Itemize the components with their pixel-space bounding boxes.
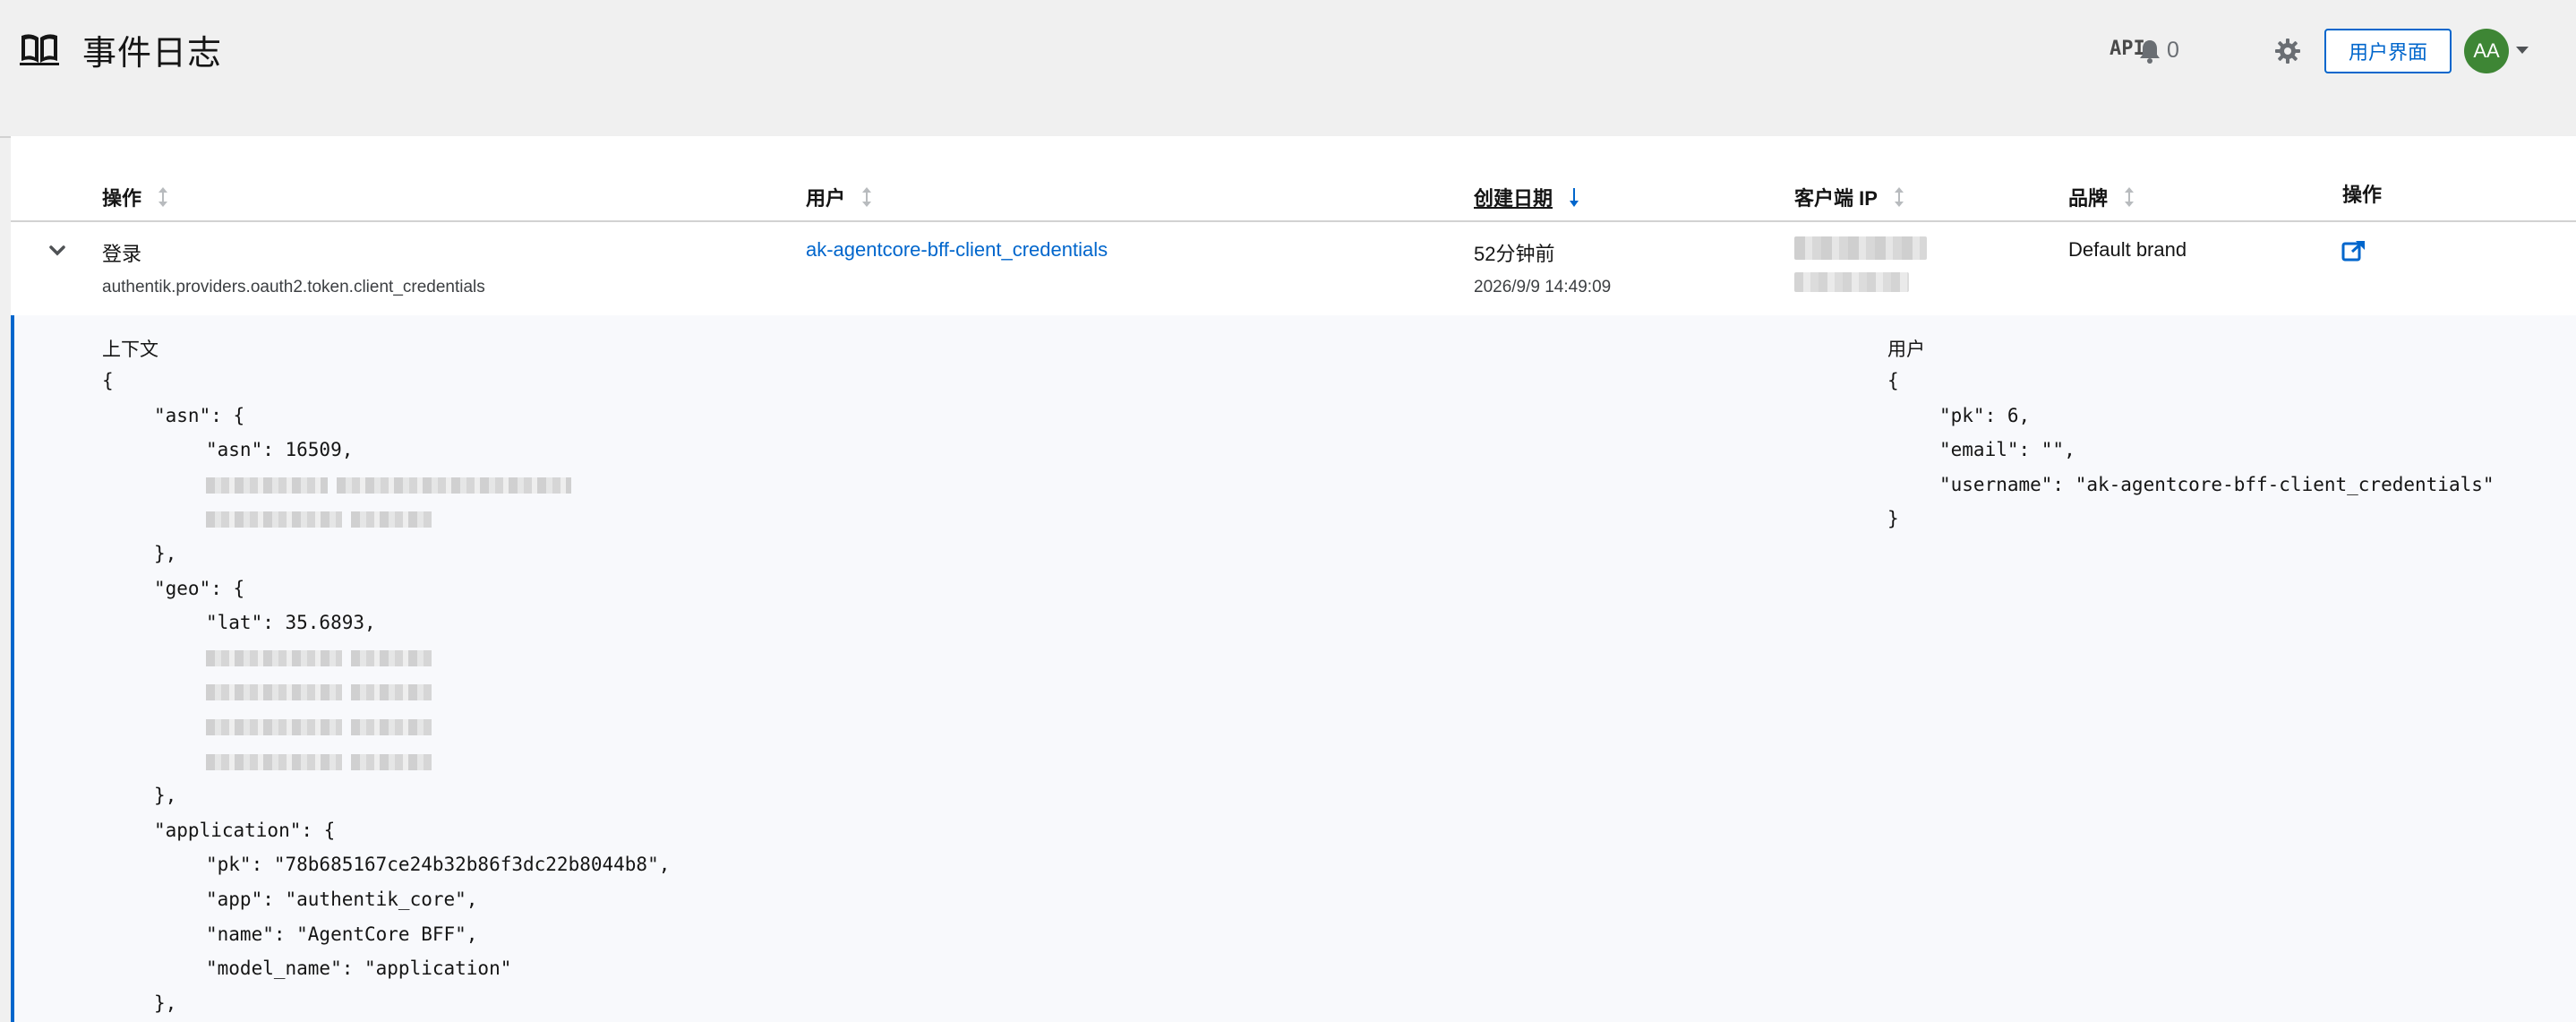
row-created-absolute: 2026/9/9 14:49:09 <box>1474 278 1612 296</box>
redacted-value <box>206 649 342 666</box>
sort-icon <box>862 187 872 207</box>
json-line: "geo": { <box>154 577 245 599</box>
user-interface-button[interactable]: 用户界面 <box>2324 29 2452 73</box>
json-line: } <box>1887 508 1899 530</box>
json-line <box>102 502 670 537</box>
notifications-button[interactable]: 0 <box>2138 38 2179 64</box>
avatar[interactable]: AA <box>2464 29 2509 73</box>
sort-icon <box>2125 187 2135 207</box>
context-json: { "asn": { "asn": 16509,}, "geo": { "lat": 3… <box>102 364 670 1020</box>
json-line <box>102 468 670 502</box>
redacted-value <box>351 718 432 735</box>
redacted-value <box>206 753 342 770</box>
json-line: "username": "ak-agentcore-bff-client_cre… <box>1939 473 2495 495</box>
bell-icon <box>2140 39 2160 64</box>
column-header-brand[interactable]: 品牌 <box>2068 183 2135 211</box>
sort-descending-icon <box>1570 188 1579 207</box>
external-link-icon[interactable] <box>2341 238 2366 262</box>
column-header-actions: 操作 <box>2342 184 2383 206</box>
json-line: "asn": { <box>154 404 245 426</box>
json-line: }, <box>154 542 177 564</box>
chevron-down-icon[interactable] <box>2516 47 2529 54</box>
redacted-value <box>206 477 328 494</box>
json-line <box>102 674 670 709</box>
page-title: 事件日志 <box>82 35 223 73</box>
json-line: }, <box>154 785 177 807</box>
row-created-relative: 52分钟前 <box>1474 243 1555 265</box>
book-open-icon <box>20 34 59 65</box>
sort-icon <box>1894 187 1904 207</box>
redacted-value <box>206 684 342 701</box>
json-line <box>102 640 670 675</box>
json-line <box>102 744 670 779</box>
event-log-table: 操作 用户 创建日期 客户端 IP 品牌 操作 登录 authentik.pro… <box>11 136 2576 1022</box>
json-line: "pk": "78b685167ce24b32b86f3dc22b8044b8"… <box>206 854 671 876</box>
json-line: "asn": 16509, <box>206 439 354 461</box>
json-line <box>102 709 670 744</box>
table-header: 操作 用户 创建日期 客户端 IP 品牌 操作 <box>11 136 2576 222</box>
gear-icon[interactable] <box>2275 39 2300 64</box>
table-row: 登录 authentik.providers.oauth2.token.clie… <box>11 222 2576 317</box>
redacted-value <box>351 511 432 528</box>
redacted-value <box>351 684 432 701</box>
column-header-created[interactable]: 创建日期 <box>1474 183 1579 211</box>
context-label: 上下文 <box>102 339 158 360</box>
column-header-client-ip[interactable]: 客户端 IP <box>1794 183 1904 211</box>
user-json: { "pk": 6, "email": "", "username": "ak-age… <box>1887 364 2495 537</box>
client-ip-redacted <box>1794 236 1927 260</box>
json-line: }, <box>154 992 177 1014</box>
redacted-value <box>206 718 342 735</box>
row-action-detail: authentik.providers.oauth2.token.client_… <box>102 278 485 296</box>
page-header: 事件日志 API 0 用户界面 AA <box>0 0 2576 138</box>
json-line: { <box>102 370 114 391</box>
json-line: { <box>1887 370 1899 391</box>
json-line: "model_name": "application" <box>206 958 512 980</box>
sort-icon <box>158 187 168 207</box>
row-brand: Default brand <box>2068 238 2187 261</box>
chevron-down-icon[interactable] <box>48 242 66 260</box>
column-header-user[interactable]: 用户 <box>806 183 872 211</box>
user-label: 用户 <box>1887 339 1925 360</box>
redacted-value <box>351 649 432 666</box>
json-line: "email": "", <box>1939 439 2075 461</box>
json-line: "lat": 35.6893, <box>206 612 376 634</box>
client-ip-redacted <box>1794 272 1909 292</box>
json-line: "pk": 6, <box>1939 404 2031 426</box>
redacted-value <box>351 753 432 770</box>
column-header-action[interactable]: 操作 <box>102 183 168 211</box>
row-user-link[interactable]: ak-agentcore-bff-client_credentials <box>806 238 1108 262</box>
notification-count: 0 <box>2167 38 2179 63</box>
redacted-value <box>337 477 571 494</box>
json-line: "app": "authentik_core", <box>206 888 478 910</box>
json-line: "name": "AgentCore BFF", <box>206 923 478 945</box>
redacted-value <box>206 511 342 528</box>
json-line: "application": { <box>154 819 336 841</box>
row-action: 登录 <box>102 243 142 265</box>
row-expanded-detail: 上下文 { "asn": { "asn": 16509,}, "geo": { "lat… <box>11 315 2576 1022</box>
